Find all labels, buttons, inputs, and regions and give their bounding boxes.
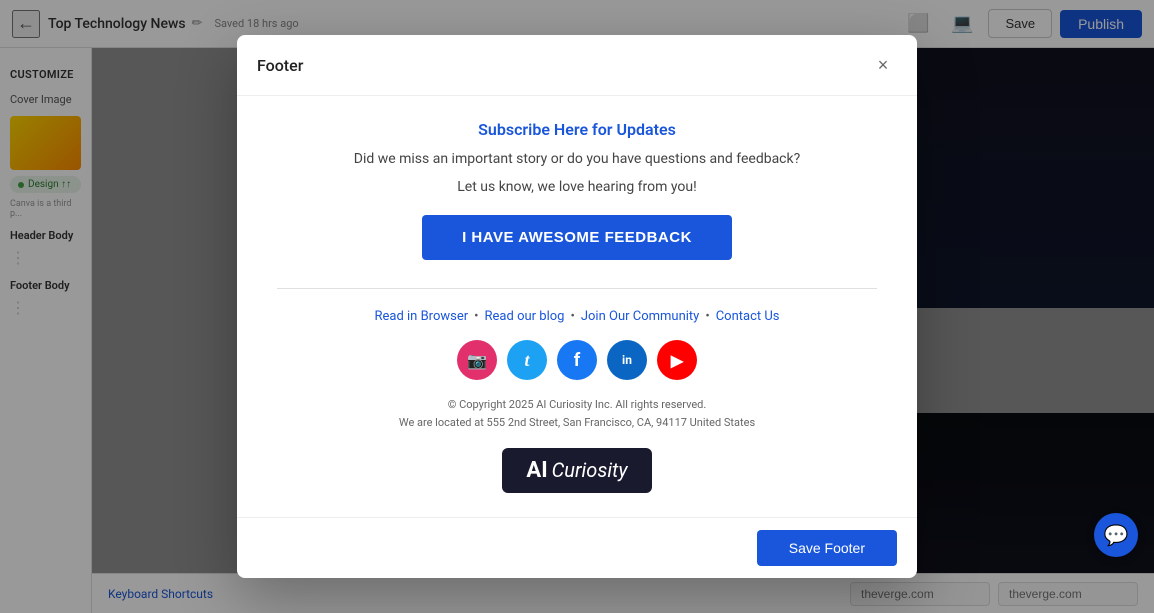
ai-curiosity-logo: AI Curiosity [502, 448, 651, 493]
modal-title: Footer [257, 56, 303, 75]
nav-link-read-in-browser[interactable]: Read in Browser [374, 309, 468, 324]
nav-dot-3: • [705, 309, 709, 324]
copyright-text: © Copyright 2025 AI Curiosity Inc. All r… [399, 396, 755, 431]
youtube-icon[interactable]: ▶ [657, 340, 697, 380]
feedback-button[interactable]: I HAVE AWESOME FEEDBACK [422, 215, 732, 260]
section-divider [277, 288, 877, 289]
youtube-symbol: ▶ [671, 351, 683, 370]
subscribe-heading: Subscribe Here for Updates [478, 120, 676, 139]
nav-dot-2: • [570, 309, 574, 324]
primary-text: Did we miss an important story or do you… [354, 151, 800, 167]
social-icons-row: 📷 t f in ▶ [457, 340, 697, 380]
secondary-text: Let us know, we love hearing from you! [457, 179, 696, 195]
logo-ai-text: AI [526, 458, 547, 483]
modal-overlay: Footer × Subscribe Here for Updates Did … [0, 0, 1154, 613]
modal-footer: Save Footer [237, 517, 917, 578]
nav-link-join-community[interactable]: Join Our Community [581, 309, 699, 324]
facebook-icon[interactable]: f [557, 340, 597, 380]
instagram-icon[interactable]: 📷 [457, 340, 497, 380]
linkedin-icon[interactable]: in [607, 340, 647, 380]
twitter-symbol: t [524, 350, 529, 371]
save-footer-button[interactable]: Save Footer [757, 530, 897, 566]
chat-bubble[interactable]: 💬 [1094, 513, 1138, 557]
modal-body: Subscribe Here for Updates Did we miss a… [237, 96, 917, 516]
modal-header: Footer × [237, 35, 917, 96]
twitter-icon[interactable]: t [507, 340, 547, 380]
nav-links: Read in Browser • Read our blog • Join O… [374, 309, 779, 324]
chat-icon: 💬 [1104, 523, 1129, 547]
modal-close-button[interactable]: × [869, 51, 897, 79]
instagram-symbol: 📷 [467, 351, 487, 370]
nav-dot-1: • [474, 309, 478, 324]
facebook-symbol: f [574, 350, 580, 371]
footer-modal: Footer × Subscribe Here for Updates Did … [237, 35, 917, 577]
logo-curiosity-text: Curiosity [552, 458, 628, 482]
nav-link-contact-us[interactable]: Contact Us [716, 309, 780, 324]
nav-link-read-our-blog[interactable]: Read our blog [485, 309, 565, 324]
linkedin-symbol: in [622, 353, 632, 367]
